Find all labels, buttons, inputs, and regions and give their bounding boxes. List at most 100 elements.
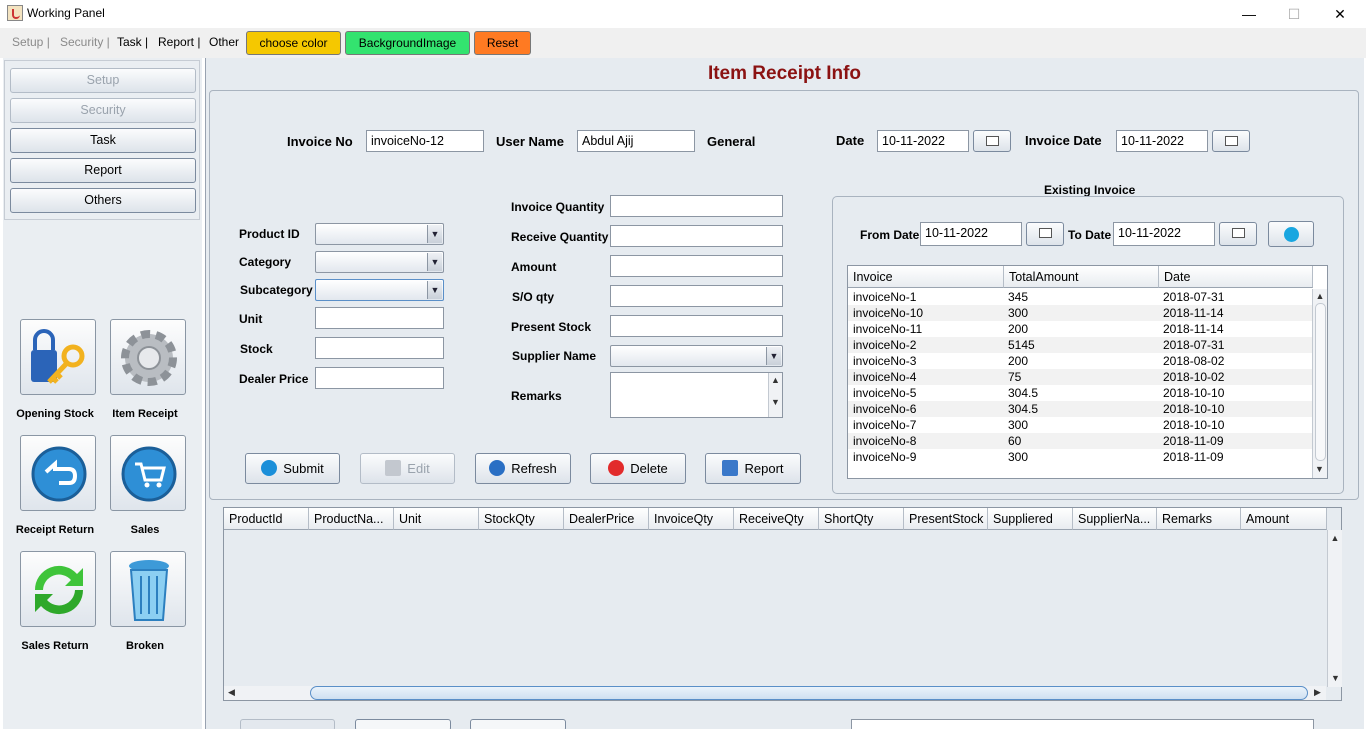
- grid-column-header[interactable]: Suppliered: [988, 508, 1073, 530]
- to-date-field[interactable]: 10-11-2022: [1113, 222, 1215, 246]
- invoice-date-calendar-button[interactable]: [1212, 130, 1250, 152]
- product-id-combo[interactable]: ▼: [315, 223, 444, 245]
- to-date-calendar-button[interactable]: [1219, 222, 1257, 246]
- table-cell: invoiceNo-3: [853, 354, 917, 368]
- bottom-button[interactable]: [470, 719, 566, 729]
- table-row[interactable]: invoiceNo-4 75 2018-10-02: [848, 369, 1312, 385]
- existing-invoice-title: Existing Invoice: [1044, 183, 1136, 197]
- scroll-thumb[interactable]: [1315, 303, 1326, 461]
- search-refresh-button[interactable]: [1268, 221, 1314, 247]
- invoice-quantity-field[interactable]: [610, 195, 783, 217]
- amount-field[interactable]: [610, 255, 783, 277]
- table-row[interactable]: invoiceNo-3 200 2018-08-02: [848, 353, 1312, 369]
- table-row[interactable]: invoiceNo-9 300 2018-11-09: [848, 449, 1312, 465]
- edit-button[interactable]: Edit: [360, 453, 455, 484]
- opening-stock-tile[interactable]: [20, 319, 96, 395]
- menu-report[interactable]: Report |: [158, 35, 200, 49]
- invoice-no-field[interactable]: invoiceNo-12: [366, 130, 484, 152]
- report-button[interactable]: Report: [705, 453, 801, 484]
- receive-quantity-field[interactable]: [610, 225, 783, 247]
- so-qty-field[interactable]: [610, 285, 783, 307]
- bottom-field[interactable]: [851, 719, 1314, 729]
- sidebar-security-button[interactable]: Security: [10, 98, 196, 123]
- grid-column-header[interactable]: ProductNa...: [309, 508, 394, 530]
- table-cell: invoiceNo-2: [853, 338, 917, 352]
- menu-task[interactable]: Task |: [117, 35, 148, 49]
- delete-button[interactable]: Delete: [590, 453, 686, 484]
- sidebar-others-button[interactable]: Others: [10, 188, 196, 213]
- dealer-price-field[interactable]: [315, 367, 444, 389]
- stock-label: Stock: [240, 342, 273, 356]
- grid-column-header[interactable]: SupplierNa...: [1073, 508, 1157, 530]
- report-icon: [722, 460, 739, 476]
- table-row[interactable]: invoiceNo-8 60 2018-11-09: [848, 433, 1312, 449]
- table-row[interactable]: invoiceNo-6 304.5 2018-10-10: [848, 401, 1312, 417]
- stock-field[interactable]: [315, 337, 444, 359]
- sidebar-report-button[interactable]: Report: [10, 158, 196, 183]
- user-name-field[interactable]: Abdul Ajij: [577, 130, 695, 152]
- date-field[interactable]: 10-11-2022: [877, 130, 969, 152]
- grid-column-header[interactable]: DealerPrice: [564, 508, 649, 530]
- refresh-button[interactable]: Refresh: [475, 453, 571, 484]
- refresh-icon: [489, 460, 506, 476]
- sidebar-setup-button[interactable]: Setup: [10, 68, 196, 93]
- menu-security[interactable]: Security |: [60, 35, 110, 49]
- grid-column-header[interactable]: StockQty: [479, 508, 564, 530]
- sales-tile[interactable]: [110, 435, 186, 511]
- remarks-textarea[interactable]: ▲ ▼: [610, 372, 783, 418]
- date-calendar-button[interactable]: [973, 130, 1011, 152]
- table-row[interactable]: invoiceNo-1 345 2018-07-31: [848, 289, 1312, 305]
- receipt-return-tile[interactable]: [20, 435, 96, 511]
- sales-label: Sales: [130, 524, 160, 536]
- column-header[interactable]: Invoice: [848, 266, 1004, 288]
- broken-tile[interactable]: [110, 551, 186, 627]
- table-row[interactable]: invoiceNo-7 300 2018-10-10: [848, 417, 1312, 433]
- reset-button[interactable]: Reset: [474, 31, 531, 55]
- maximize-button[interactable]: ☐: [1271, 0, 1317, 28]
- menu-other[interactable]: Other: [209, 35, 239, 49]
- table-row[interactable]: invoiceNo-5 304.5 2018-10-10: [848, 385, 1312, 401]
- sales-return-tile[interactable]: [20, 551, 96, 627]
- table-row[interactable]: invoiceNo-2 5145 2018-07-31: [848, 337, 1312, 353]
- background-image-button[interactable]: BackgroundImage: [345, 31, 470, 55]
- table-cell: 300: [1008, 450, 1029, 464]
- table-cell: 2018-08-02: [1163, 354, 1225, 368]
- from-date-field[interactable]: 10-11-2022: [920, 222, 1022, 246]
- invoice-date-field[interactable]: 10-11-2022: [1116, 130, 1208, 152]
- grid-column-header[interactable]: Unit: [394, 508, 479, 530]
- present-stock-field[interactable]: [610, 315, 783, 337]
- grid-column-header[interactable]: ShortQty: [819, 508, 904, 530]
- table-cell: invoiceNo-11: [853, 322, 923, 336]
- minimize-button[interactable]: —: [1226, 0, 1272, 28]
- invoice-table-scrollbar[interactable]: ▲ ▼: [1312, 289, 1327, 478]
- horizontal-scroll-thumb[interactable]: [310, 686, 1308, 700]
- bottom-button[interactable]: [355, 719, 451, 729]
- edit-icon: [385, 460, 402, 476]
- grid-column-header[interactable]: InvoiceQty: [649, 508, 734, 530]
- category-combo[interactable]: ▼: [315, 251, 444, 273]
- grid-column-header[interactable]: ProductId: [224, 508, 309, 530]
- table-row[interactable]: invoiceNo-11 200 2018-11-14: [848, 321, 1312, 337]
- window-title: Working Panel: [27, 6, 105, 20]
- bottom-button[interactable]: [240, 719, 335, 729]
- column-header[interactable]: TotalAmount: [1004, 266, 1159, 288]
- grid-column-header[interactable]: PresentStock: [904, 508, 988, 530]
- subcategory-combo[interactable]: ▼: [315, 279, 444, 301]
- remarks-scrollbar[interactable]: ▲ ▼: [768, 373, 782, 417]
- from-date-calendar-button[interactable]: [1026, 222, 1064, 246]
- supplier-name-combo[interactable]: ▼: [610, 345, 783, 367]
- column-header[interactable]: Date: [1159, 266, 1313, 288]
- table-row[interactable]: invoiceNo-10 300 2018-11-14: [848, 305, 1312, 321]
- item-receipt-tile[interactable]: [110, 319, 186, 395]
- close-button[interactable]: ✕: [1317, 0, 1363, 28]
- unit-field[interactable]: [315, 307, 444, 329]
- grid-column-header[interactable]: Amount: [1241, 508, 1327, 530]
- choose-color-button[interactable]: choose color: [246, 31, 341, 55]
- grid-column-header[interactable]: Remarks: [1157, 508, 1241, 530]
- grid-column-header[interactable]: ReceiveQty: [734, 508, 819, 530]
- invoice-no-label: Invoice No: [287, 134, 353, 149]
- grid-vertical-scrollbar[interactable]: ▲ ▼: [1327, 530, 1342, 687]
- menu-setup[interactable]: Setup |: [12, 35, 50, 49]
- submit-button[interactable]: Submit: [245, 453, 340, 484]
- sidebar-task-button[interactable]: Task: [10, 128, 196, 153]
